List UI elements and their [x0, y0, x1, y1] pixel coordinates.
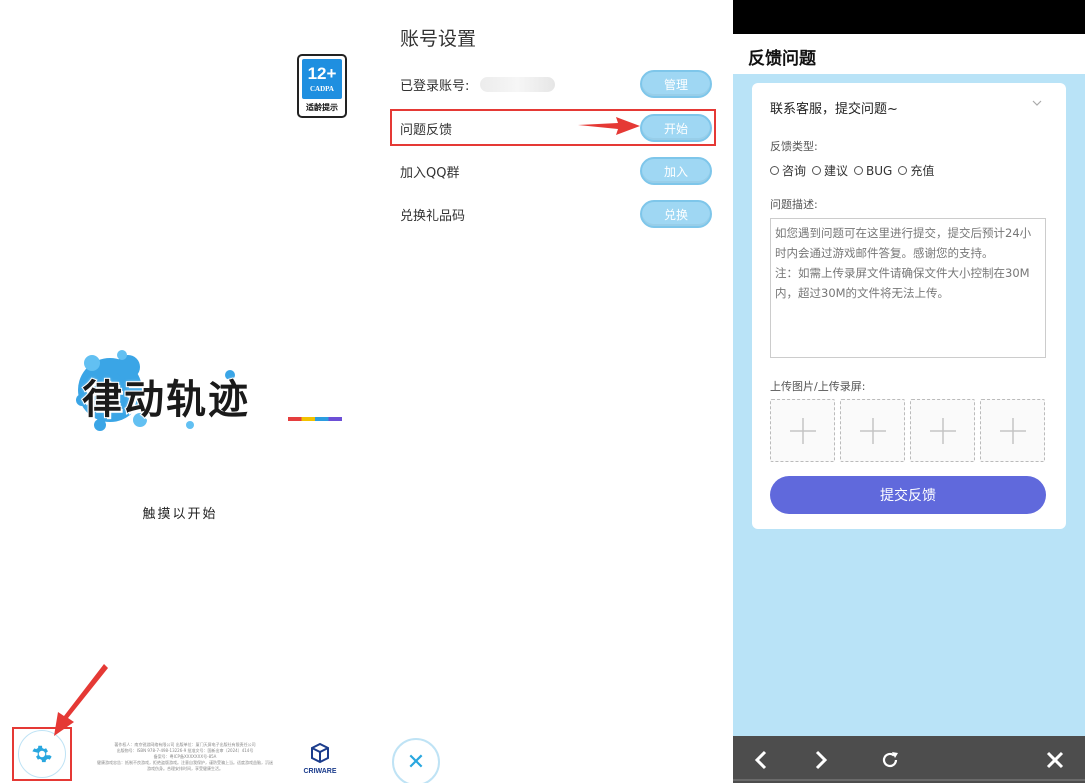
setting-row-qq: 加入QQ群 加入	[400, 156, 712, 186]
upload-slot[interactable]	[910, 399, 975, 462]
chevron-down-icon[interactable]	[1032, 97, 1042, 110]
plus-icon	[859, 417, 886, 444]
setting-label-feedback: 问题反馈	[400, 123, 453, 138]
radio-label: 咨询	[782, 164, 807, 178]
radio-circle[interactable]	[770, 166, 779, 175]
account-settings-panel: 账号设置 已登录账号: 管理 问题反馈 开始 加入QQ群 加入 兑换礼品码 兑换…	[363, 0, 733, 783]
masked-account-id	[480, 77, 555, 92]
setting-row-account: 已登录账号: 管理	[400, 69, 712, 99]
close-icon[interactable]: ✕	[392, 738, 440, 783]
radio-circle[interactable]	[854, 166, 864, 175]
close-icon	[1046, 751, 1064, 768]
title-screen-panel[interactable]: 12+ CADPA 适龄提示 律动轨迹 触摸以开始 著作权人：南京锐游网络有限公…	[0, 0, 363, 783]
age-rating-number: 12+	[307, 64, 337, 83]
nav-bar-divider	[733, 779, 1085, 781]
start-feedback-button[interactable]: 开始	[640, 114, 712, 142]
pointer-arrow-to-settings	[54, 664, 108, 736]
radio-bug[interactable]: BUG	[854, 162, 892, 179]
submit-feedback-button[interactable]: 提交反馈	[770, 476, 1046, 514]
setting-row-giftcode: 兑换礼品码 兑换	[400, 199, 712, 229]
chevron-right-icon	[815, 750, 828, 769]
touch-to-start[interactable]: 触摸以开始	[0, 503, 360, 522]
age-rating-badge: 12+ CADPA 适龄提示	[297, 54, 347, 118]
feedback-header: 反馈问题	[733, 34, 1085, 74]
setting-label-giftcode: 兑换礼品码	[400, 209, 466, 224]
reload-button[interactable]	[870, 736, 910, 783]
status-bar	[733, 0, 1085, 34]
upload-slot[interactable]	[980, 399, 1045, 462]
game-logo: 律动轨迹	[70, 345, 342, 445]
age-rating-top: 12+ CADPA	[302, 59, 342, 99]
back-button[interactable]	[741, 736, 781, 783]
age-rating-org: CADPA	[310, 85, 334, 93]
upload-label: 上传图片/上传录屏:	[770, 380, 866, 393]
plus-icon	[999, 417, 1026, 444]
description-textarea[interactable]: 如您遇到问题可在这里进行提交，提交后预计24小时内会通过游戏邮件答复。感谢您的支…	[770, 218, 1046, 358]
join-qq-button[interactable]: 加入	[640, 157, 712, 185]
upload-slot[interactable]	[840, 399, 905, 462]
description-label: 问题描述:	[770, 198, 818, 211]
plus-icon	[789, 417, 816, 444]
radio-circle[interactable]	[812, 166, 822, 175]
radio-label: BUG	[866, 163, 893, 178]
radio-consult[interactable]: 咨询	[770, 162, 806, 179]
exit-webview-button[interactable]	[1035, 736, 1075, 783]
criware-logo: CRIWARE	[300, 742, 340, 775]
forward-button[interactable]	[801, 736, 841, 783]
logo-text: 律动轨迹	[81, 375, 250, 424]
pointer-arrow-to-feedback	[578, 117, 640, 135]
account-settings-title: 账号设置	[400, 28, 477, 50]
logo-color-bar	[288, 417, 342, 421]
manage-button[interactable]: 管理	[640, 70, 712, 98]
gear-icon	[32, 745, 52, 763]
publishing-fineprint: 著作权人：南京锐游网络有限公司 出版单位：厦门天屏电子出版社有限责任公司 出版物…	[96, 742, 274, 772]
feedback-type-group: 咨询 建议 BUG 充值	[770, 162, 934, 179]
criware-label: CRIWARE	[303, 768, 337, 775]
chevron-left-icon	[754, 750, 767, 769]
webview-nav-bar	[733, 736, 1085, 783]
radio-circle[interactable]	[898, 166, 908, 175]
setting-label-qq: 加入QQ群	[400, 166, 460, 181]
upload-slots	[770, 399, 1045, 462]
radio-recharge[interactable]: 充值	[898, 162, 934, 179]
radio-label: 充值	[910, 164, 935, 178]
radio-suggest[interactable]: 建议	[812, 162, 848, 179]
feedback-header-title: 反馈问题	[748, 49, 816, 69]
setting-label-account: 已登录账号:	[400, 79, 470, 94]
plus-icon	[929, 417, 956, 444]
redeem-button[interactable]: 兑换	[640, 200, 712, 228]
feedback-type-label: 反馈类型:	[770, 140, 818, 153]
fineprint-line: 健康游戏忠告：抵制不良游戏，拒绝盗版游戏。注意自我保护，谨防受骗上当。适度游戏益…	[97, 760, 273, 771]
age-rating-tip: 适龄提示	[306, 103, 338, 112]
radio-label: 建议	[824, 164, 849, 178]
reload-icon	[882, 751, 898, 767]
feedback-form-card: 联系客服，提交问题~ 反馈类型: 咨询 建议 BUG 充值 问题描述: 如您遇到…	[752, 83, 1066, 529]
contact-service-label[interactable]: 联系客服，提交问题~	[770, 98, 898, 117]
setting-row-feedback: 问题反馈 开始	[400, 113, 712, 143]
feedback-webview-panel: 反馈问题 联系客服，提交问题~ 反馈类型: 咨询 建议 BUG 充值 问题描述:…	[733, 0, 1085, 783]
criware-cube-icon	[311, 742, 329, 764]
upload-slot[interactable]	[770, 399, 835, 462]
